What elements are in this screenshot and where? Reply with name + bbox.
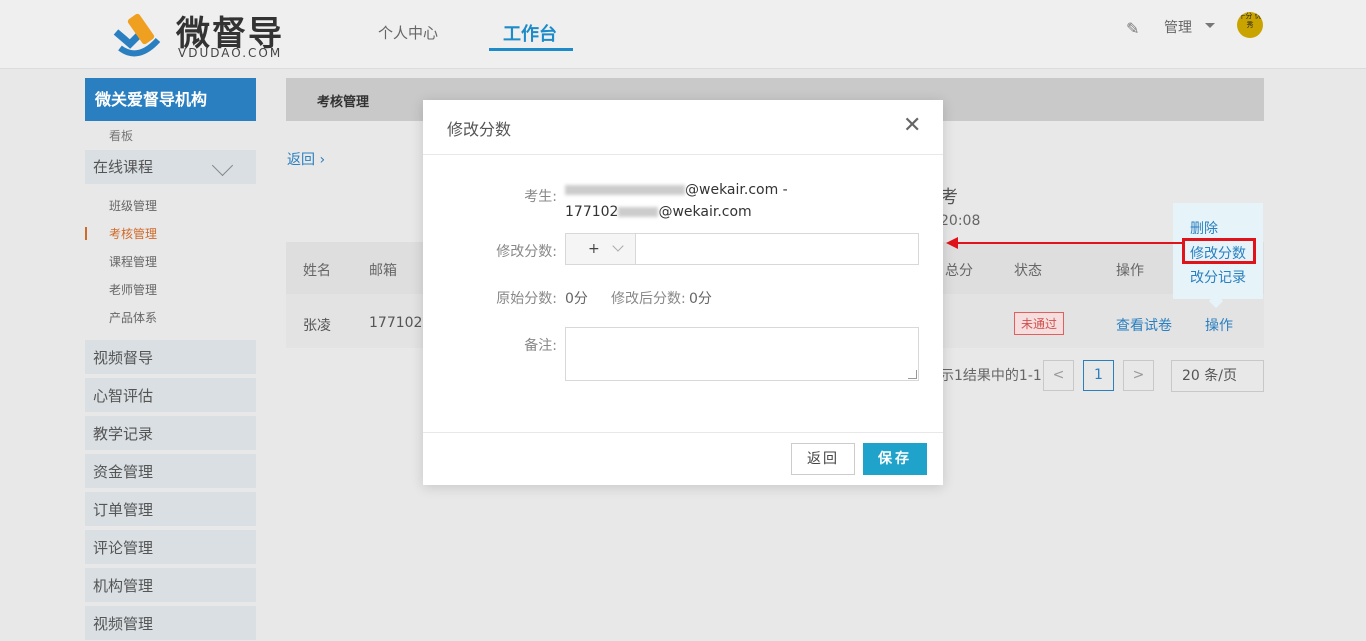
highlight-box — [1182, 238, 1256, 264]
sidebar-item-comments[interactable]: 评论管理 — [85, 530, 256, 566]
sidebar-item-board[interactable]: 看板 — [109, 127, 133, 144]
sign-select[interactable]: + — [565, 233, 636, 265]
remark-label: 备注: — [524, 338, 557, 354]
view-paper-link[interactable]: 查看试卷 — [1116, 315, 1172, 335]
pencil-icon[interactable]: ✎ — [1126, 19, 1139, 38]
page-size-select[interactable]: 20 条/页 — [1171, 360, 1264, 392]
avatar[interactable]: 十分 优秀 — [1237, 12, 1263, 38]
sidebar-item-teaching-record[interactable]: 教学记录 — [85, 416, 256, 452]
after-score-value: 0分 — [689, 291, 712, 307]
original-score-value: 0分 — [565, 291, 588, 307]
redacted-phone — [618, 207, 659, 217]
status-badge: 未通过 — [1014, 312, 1065, 335]
examinee-line1: @wekair.com - — [565, 182, 788, 198]
sidebar-item-funds[interactable]: 资金管理 — [85, 454, 256, 490]
original-score-label: 原始分数: — [496, 291, 557, 307]
sidebar-item-video-supervision[interactable]: 视频督导 — [85, 340, 256, 376]
menu-item-delete[interactable]: 删除 — [1190, 218, 1218, 238]
nav-workbench[interactable]: 工作台 — [503, 20, 557, 46]
col-name: 姓名 — [303, 263, 331, 279]
col-total: 总分 — [945, 263, 973, 279]
sidebar-item-orders[interactable]: 订单管理 — [85, 492, 256, 528]
dialog-footer-divider — [423, 432, 943, 433]
after-score-label: 修改后分数: — [611, 291, 686, 307]
save-button[interactable]: 保存 — [863, 443, 927, 475]
logo-subtitle: VDUDAO.COM — [178, 46, 283, 60]
cell-name: 张凌 — [303, 318, 331, 334]
panel-title: 考核管理 — [317, 95, 370, 110]
col-status: 状态 — [1014, 263, 1042, 279]
back-link[interactable]: 返回 › — [287, 149, 325, 169]
examinee-line2: 177102 @wekair.com — [565, 204, 752, 220]
sidebar-item-mind-eval[interactable]: 心智评估 — [85, 378, 256, 414]
examinee-label: 考生: — [524, 189, 557, 205]
col-email: 邮箱 — [369, 263, 397, 279]
dialog-divider — [423, 154, 943, 155]
close-icon[interactable]: ✕ — [903, 114, 921, 138]
annotation-arrow-head — [946, 237, 958, 249]
back-button[interactable]: 返回 — [791, 443, 855, 475]
modify-score-label: 修改分数: — [496, 244, 557, 260]
actions-link[interactable]: 操作 — [1205, 315, 1233, 335]
remark-textarea[interactable] — [565, 327, 919, 381]
sidebar-item-institution[interactable]: 机构管理 — [85, 568, 256, 604]
sidebar-item-class[interactable]: 班级管理 — [109, 197, 157, 214]
nav-personal-center[interactable]: 个人中心 — [378, 22, 438, 43]
dialog-title: 修改分数 — [447, 120, 512, 139]
sidebar-item-product[interactable]: 产品体系 — [109, 309, 157, 326]
nav-active-indicator — [489, 48, 573, 51]
redacted-name-phone — [565, 185, 685, 195]
prev-page-button[interactable]: < — [1043, 360, 1074, 391]
org-name[interactable]: 微关爱督导机构 — [85, 78, 256, 121]
score-input[interactable] — [636, 233, 919, 265]
page-1-button[interactable]: 1 — [1083, 360, 1114, 391]
sidebar-item-course[interactable]: 课程管理 — [109, 253, 157, 270]
admin-menu[interactable]: 管理 — [1164, 17, 1192, 37]
caret-down-icon[interactable] — [1205, 23, 1215, 28]
sidebar-item-teacher[interactable]: 老师管理 — [109, 281, 157, 298]
pagination-summary: 示1结果中的1-1 — [940, 368, 1042, 384]
next-page-button[interactable]: > — [1123, 360, 1154, 391]
sidebar-item-video-manage[interactable]: 视频管理 — [85, 606, 256, 641]
cell-email: 1771023 — [369, 315, 432, 331]
annotation-arrow-line — [958, 242, 1184, 244]
chevron-right-icon: › — [319, 152, 326, 168]
resize-handle-icon[interactable] — [908, 370, 917, 379]
sidebar-item-assessment[interactable]: 考核管理 — [109, 225, 157, 242]
col-actions: 操作 — [1116, 263, 1144, 279]
exam-time: 20:08 — [940, 213, 981, 229]
logo-icon — [113, 13, 161, 57]
sidebar-active-marker — [85, 227, 87, 240]
menu-item-score-history[interactable]: 改分记录 — [1190, 267, 1246, 287]
